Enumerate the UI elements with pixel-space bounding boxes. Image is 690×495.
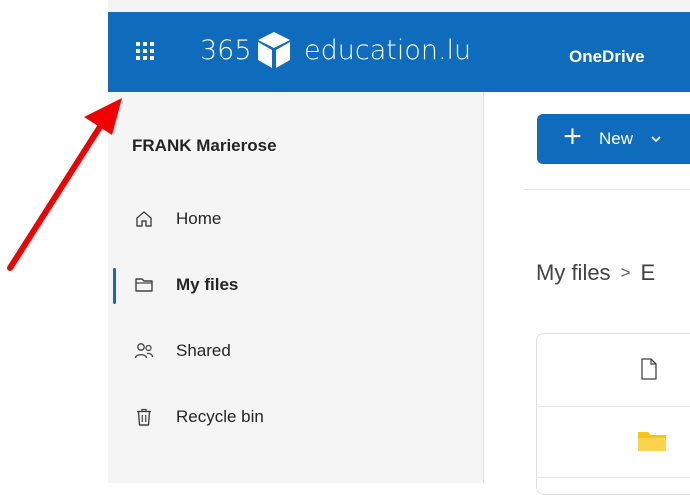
trash-icon (137, 408, 151, 426)
plus-icon: + (562, 121, 583, 150)
folder-icon (135, 278, 153, 292)
people-icon (134, 343, 154, 359)
top-strip (108, 0, 690, 12)
file-type-icon[interactable] (640, 358, 658, 380)
file-list (536, 333, 690, 495)
app-header: 365 education.lu OneDrive (108, 12, 690, 92)
sidebar-item-label: Shared (176, 341, 231, 360)
sidebar-item-home[interactable]: Home (108, 195, 483, 245)
chevron-down-icon (651, 136, 661, 143)
app-launcher-waffle-icon[interactable] (134, 40, 160, 66)
app-name-onedrive[interactable]: OneDrive (569, 46, 645, 68)
folder-icon (638, 432, 666, 451)
sidebar: FRANK Marierose Home My files Shared Rec… (108, 92, 484, 483)
sidebar-item-recycle-bin[interactable]: Recycle bin (108, 393, 483, 443)
breadcrumb-separator: > (620, 263, 631, 282)
breadcrumb: My files > E (536, 260, 655, 286)
brand-prefix: 365 (200, 35, 252, 66)
main-content: + New My files > E (484, 92, 690, 495)
table-row[interactable] (537, 407, 690, 478)
sidebar-item-shared[interactable]: Shared (108, 327, 483, 377)
left-gutter (0, 0, 108, 483)
table-header-row (537, 334, 690, 407)
sidebar-item-label: Home (176, 209, 222, 228)
user-name: FRANK Marierose (132, 136, 277, 155)
sidebar-item-label: My files (176, 275, 239, 294)
toolbar-divider (524, 189, 690, 190)
education-cube-logo-icon (258, 32, 290, 68)
selected-indicator (113, 268, 116, 304)
sidebar-item-my-files[interactable]: My files (108, 261, 483, 311)
new-button[interactable]: + New (537, 114, 690, 164)
new-button-label: New (599, 129, 634, 148)
sidebar-item-label: Recycle bin (176, 407, 264, 426)
breadcrumb-root[interactable]: My files (536, 260, 611, 285)
breadcrumb-current[interactable]: E (641, 260, 656, 285)
brand-domain: education.lu (304, 35, 472, 66)
home-icon (136, 211, 152, 227)
